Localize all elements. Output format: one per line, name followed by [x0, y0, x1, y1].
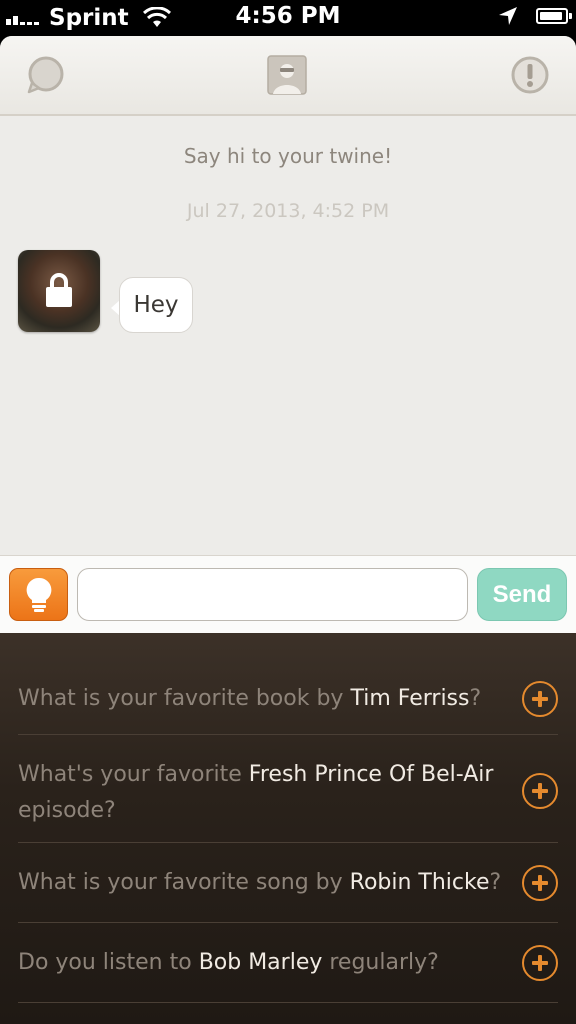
plus-icon	[532, 783, 548, 799]
location-arrow-icon	[499, 7, 517, 25]
suggestion-text: What is your favorite book by Tim Ferris…	[18, 681, 503, 717]
suggestion-text: What's your favorite Fresh Prince Of Bel…	[18, 757, 503, 829]
message-bubble: Hey	[119, 277, 193, 333]
add-question-button[interactable]	[522, 681, 558, 717]
suggestion-text-part: Do you listen to	[18, 950, 199, 975]
suggestion-text-part: regularly?	[322, 950, 439, 975]
battery-icon	[536, 8, 572, 24]
twine-profile-button[interactable]	[266, 54, 308, 96]
suggestion-text-part: ?	[489, 870, 502, 895]
suggestion-text-part: ?	[469, 686, 482, 711]
composer-bar: Send	[0, 555, 576, 635]
lock-icon	[46, 273, 72, 307]
message-text: Hey	[133, 292, 179, 318]
plus-icon	[532, 691, 548, 707]
suggestion-toggle-button[interactable]	[9, 568, 68, 621]
chat-bubble-icon	[27, 56, 64, 94]
status-bar: Sprint 4:56 PM	[0, 0, 576, 36]
add-question-button[interactable]	[522, 773, 558, 809]
suggestion-text-part: episode?	[18, 798, 116, 823]
suggestion-text-part: What is your favorite song by	[18, 870, 350, 895]
intro-text: Say hi to your twine!	[183, 144, 393, 168]
suggestion-item[interactable]: What's your favorite Fresh Prince Of Bel…	[18, 735, 558, 843]
profile-card-icon	[267, 55, 307, 95]
message-timestamp: Jul 27, 2013, 4:52 PM	[186, 200, 390, 222]
avatar[interactable]	[18, 250, 100, 332]
navigation-bar	[0, 36, 576, 116]
suggestion-topic: Fresh Prince Of Bel-Air	[248, 762, 494, 787]
suggestion-item[interactable]: What is your favorite book by Tim Ferris…	[18, 633, 558, 735]
suggestion-item[interactable]: What is your favorite song by Robin Thic…	[18, 843, 558, 923]
lightbulb-icon	[26, 577, 51, 612]
alert-icon	[511, 56, 549, 94]
plus-icon	[532, 955, 548, 971]
question-suggestions: What is your favorite book by Tim Ferris…	[0, 633, 576, 1024]
report-button[interactable]	[509, 54, 551, 96]
conversations-button[interactable]	[24, 54, 66, 96]
send-button[interactable]: Send	[477, 568, 567, 621]
message-list[interactable]: Say hi to your twine! Jul 27, 2013, 4:52…	[0, 116, 576, 555]
suggestion-item[interactable]: Do you listen to Bob Marley regularly?	[18, 923, 558, 1003]
suggestion-text-part: What's your favorite	[18, 762, 249, 787]
plus-icon	[532, 875, 548, 891]
status-right	[498, 6, 572, 26]
chat-screen: Say hi to your twine! Jul 27, 2013, 4:52…	[0, 36, 576, 1024]
suggestion-topic: Robin Thicke	[349, 870, 490, 895]
add-question-button[interactable]	[522, 945, 558, 981]
suggestion-topic: Tim Ferriss	[350, 686, 470, 711]
status-time: 4:56 PM	[235, 3, 341, 29]
suggestion-text: Do you listen to Bob Marley regularly?	[18, 945, 503, 981]
suggestion-text-part: What is your favorite book by	[18, 686, 351, 711]
suggestion-topic: Bob Marley	[198, 950, 323, 975]
add-question-button[interactable]	[522, 865, 558, 901]
suggestion-text: What is your favorite song by Robin Thic…	[18, 865, 503, 901]
message-input[interactable]	[77, 568, 468, 621]
